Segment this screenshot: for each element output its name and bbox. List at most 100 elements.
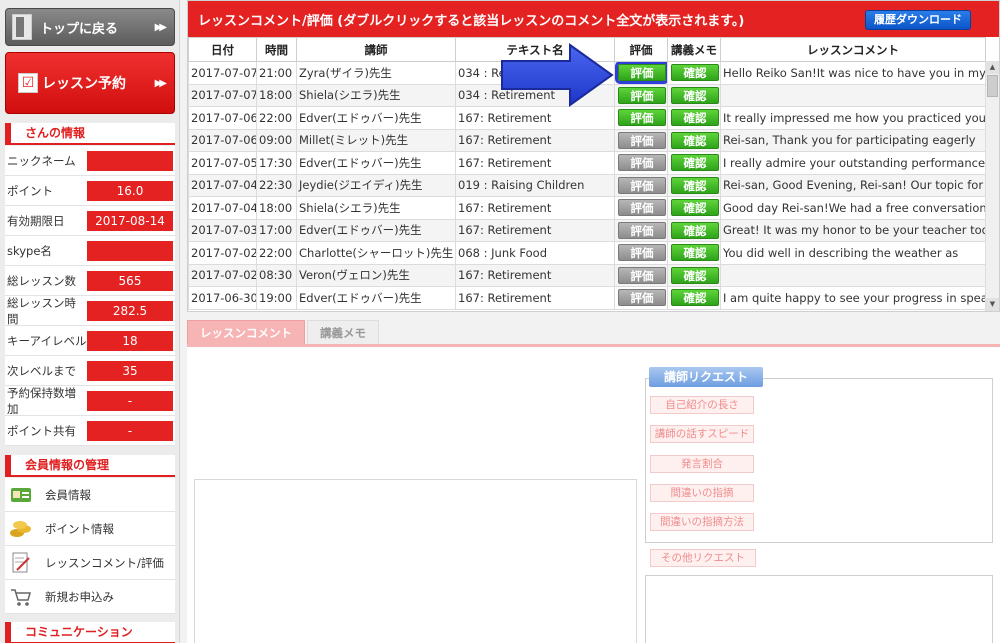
cell-teacher: Shiela(シエラ)先生	[296, 83, 456, 107]
confirm-memo-button[interactable]: 確認	[671, 199, 719, 217]
double-chevron-right-icon: ▶▶	[154, 77, 168, 89]
member-menu: 会員情報 ポイント情報 レッスンコメント/評価 新規お申込み	[5, 478, 175, 614]
comment-text-area[interactable]	[194, 479, 637, 643]
column-header[interactable]: レッスンコメント	[720, 37, 986, 62]
user-info-header: さんの情報	[5, 123, 175, 145]
rate-button[interactable]: 評価	[618, 86, 666, 104]
column-header[interactable]: 日付	[188, 37, 257, 62]
cell-teacher: Zyra(ザイラ)先生	[296, 61, 456, 85]
cell-time: 17:00	[256, 218, 297, 242]
cell-memo: 確認	[667, 241, 721, 265]
confirm-memo-button[interactable]: 確認	[671, 131, 719, 149]
info-value: 565	[87, 270, 173, 291]
cell-rate: 評価	[614, 173, 668, 197]
scroll-up-icon[interactable]: ▲	[986, 61, 999, 74]
page-title: レッスンコメント/評価 (ダブルクリックすると該当レッスンのコメント全文が表示さ…	[198, 13, 745, 29]
confirm-memo-button[interactable]: 確認	[671, 176, 719, 194]
history-download-button[interactable]: 履歴ダウンロード	[865, 10, 971, 30]
request-correction-method-button[interactable]: 間違いの指摘方法	[650, 513, 754, 531]
confirm-memo-button[interactable]: 確認	[671, 154, 719, 172]
info-label: キーアイレベル	[7, 333, 87, 348]
table-row[interactable]: 2017-07-04 18:00 Shiela(シエラ)先生 167: Retirem…	[188, 196, 986, 220]
table-scrollbar[interactable]: ▲ ▼	[985, 61, 999, 311]
confirm-memo-button[interactable]: 確認	[671, 221, 719, 239]
cell-memo: 確認	[667, 263, 721, 287]
cell-memo: 確認	[667, 286, 721, 310]
confirm-memo-button[interactable]: 確認	[671, 266, 719, 284]
cell-comment: You did well in describing the weather a…	[720, 241, 986, 265]
lesson-reservation-button[interactable]: ☑ レッスン予約 ▶▶	[5, 52, 175, 114]
table-row[interactable]: 2017-07-03 17:00 Edver(エドゥバー)先生 167: Retire…	[188, 218, 986, 242]
table-row[interactable]: 2017-07-06 22:00 Edver(エドゥバー)先生 167: Retire…	[188, 106, 986, 130]
info-value: -	[87, 420, 173, 441]
table-row[interactable]: 2017-07-02 22:00 Charlotte(シャーロット)先生 068 : …	[188, 241, 986, 265]
main-content: レッスンコメント/評価 (ダブルクリックすると該当レッスンのコメント全文が表示さ…	[187, 0, 1000, 643]
cell-text: 167: Retirement	[455, 263, 615, 287]
request-error-correction-button[interactable]: 間違いの指摘	[650, 484, 754, 502]
rate-button[interactable]: 評価	[618, 154, 666, 172]
table-row[interactable]: 2017-07-05 17:30 Edver(エドゥバー)先生 167: Retire…	[188, 151, 986, 175]
back-to-top-button[interactable]: トップに戻る ▶▶	[5, 8, 175, 46]
confirm-memo-button[interactable]: 確認	[671, 64, 719, 82]
cell-date: 2017-07-04	[188, 173, 257, 197]
info-row: skype名	[5, 236, 175, 266]
menu-label: レッスンコメント/評価	[45, 555, 164, 570]
tab-lecture-memo[interactable]: 講義メモ	[307, 320, 379, 344]
table-row[interactable]: 2017-07-04 22:30 Jeydie(ジエイディ)先生 019 : Rais…	[188, 173, 986, 197]
rate-button[interactable]: 評価	[618, 244, 666, 262]
other-request-area[interactable]	[645, 575, 993, 643]
request-speaking-speed-button[interactable]: 講師の話すスピード	[650, 425, 754, 443]
cell-time: 21:00	[256, 61, 297, 85]
info-value: 18	[87, 330, 173, 351]
confirm-memo-button[interactable]: 確認	[671, 109, 719, 127]
info-row: ポイント共有 -	[5, 416, 175, 446]
menu-lesson-comment[interactable]: レッスンコメント/評価	[5, 546, 175, 580]
rate-button[interactable]: 評価	[618, 221, 666, 239]
lesson-comment-panel: レッスンコメント/評価 (ダブルクリックすると該当レッスンのコメント全文が表示さ…	[187, 0, 1000, 312]
menu-new-application[interactable]: 新規お申込み	[5, 580, 175, 614]
cell-comment	[720, 83, 986, 107]
table-row[interactable]: 2017-06-30 19:00 Edver(エドゥバー)先生 167: Retire…	[188, 286, 986, 310]
request-speech-ratio-button[interactable]: 発言割合	[650, 455, 754, 473]
cell-memo: 確認	[667, 128, 721, 152]
rate-button[interactable]: 評価	[618, 199, 666, 217]
tab-lesson-comment[interactable]: レッスンコメント	[187, 320, 305, 344]
column-header[interactable]: 講義メモ	[667, 37, 721, 62]
rate-button[interactable]: 評価	[618, 289, 666, 307]
teacher-request-title: 講師リクエスト	[649, 367, 763, 387]
table-row[interactable]: 2017-07-02 08:30 Veron(ヴェロン)先生 167: Retirem…	[188, 263, 986, 287]
rate-button[interactable]: 評価	[618, 131, 666, 149]
confirm-memo-button[interactable]: 確認	[671, 86, 719, 104]
cell-memo: 確認	[667, 218, 721, 242]
column-header[interactable]: 評価	[614, 37, 668, 62]
rate-button[interactable]: 評価	[618, 176, 666, 194]
rate-button[interactable]: 評価	[615, 62, 667, 84]
cell-time: 18:00	[256, 196, 297, 220]
cell-text: 167: Retirement	[455, 286, 615, 310]
cell-text: 167: Retirement	[455, 196, 615, 220]
rate-button[interactable]: 評価	[618, 109, 666, 127]
cell-rate: 評価	[614, 196, 668, 220]
cell-date: 2017-07-06	[188, 128, 257, 152]
cell-date: 2017-07-06	[188, 106, 257, 130]
coins-icon	[9, 518, 33, 540]
confirm-memo-button[interactable]: 確認	[671, 289, 719, 307]
table-row[interactable]: 2017-07-06 09:00 Millet(ミレット)先生 167: Retire…	[188, 128, 986, 152]
info-row: 総レッスン時間 282.5	[5, 296, 175, 326]
lesson-reservation-label: レッスン予約	[42, 76, 126, 92]
cell-teacher: Jeydie(ジエイディ)先生	[296, 173, 456, 197]
request-intro-length-button[interactable]: 自己紹介の長さ	[650, 396, 754, 414]
confirm-memo-button[interactable]: 確認	[671, 244, 719, 262]
rate-button[interactable]: 評価	[618, 266, 666, 284]
menu-member-info[interactable]: 会員情報	[5, 478, 175, 512]
member-card-icon	[9, 484, 33, 506]
cell-comment: I really admire your outstanding perform…	[720, 151, 986, 175]
cell-comment: Rei-san, Good Evening, Rei-san! Our topi…	[720, 173, 986, 197]
column-header[interactable]: 講師	[296, 37, 456, 62]
scroll-down-icon[interactable]: ▼	[986, 298, 999, 311]
other-request-button[interactable]: その他リクエスト	[650, 549, 756, 567]
cell-date: 2017-07-02	[188, 241, 257, 265]
menu-point-info[interactable]: ポイント情報	[5, 512, 175, 546]
scroll-thumb[interactable]	[987, 75, 998, 97]
column-header[interactable]: 時間	[256, 37, 297, 62]
